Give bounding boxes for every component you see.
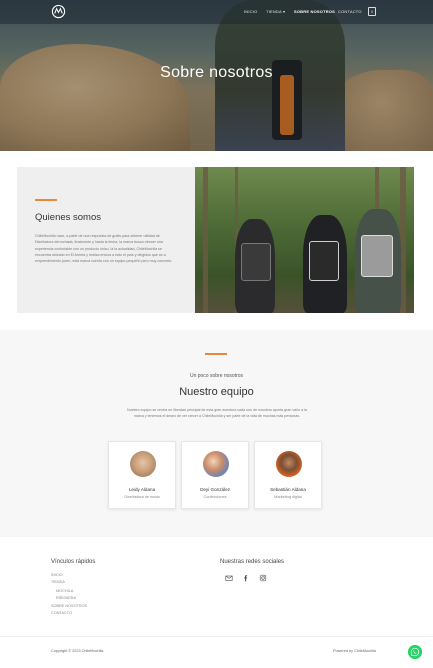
footer-link-tienda[interactable]: TIENDA [51, 580, 65, 584]
avatar [276, 451, 302, 477]
member-role: Marketing digital [274, 495, 302, 499]
facebook-icon[interactable] [242, 574, 250, 582]
nav-sobre-nosotros[interactable]: SOBRE NOSOTROS [294, 9, 335, 14]
chevron-down-icon: ▾ [283, 9, 286, 14]
site-header: INICIO TIENDA ▾ SOBRE NOSOTROS CONTACTO … [0, 0, 433, 24]
powered-by: Powered by ChileMochila [333, 649, 376, 653]
footer-divider [0, 636, 433, 637]
team-card: Sebastián Aldana Marketing digital [254, 441, 322, 509]
footer-link-inicio[interactable]: INICIO [51, 573, 63, 577]
footer-link-contacto[interactable]: CONTACTO [51, 611, 72, 615]
email-icon[interactable] [225, 574, 233, 582]
footer-social-title: Nuestras redes sociales [220, 559, 285, 565]
footer-links-title: Vínculos rápidos [51, 559, 96, 565]
copyright: Copyright © 2023 ChileMochila [51, 649, 104, 653]
member-role: Confecciones [203, 495, 227, 499]
accent-divider [35, 199, 57, 201]
nav-contacto[interactable]: CONTACTO [338, 9, 362, 14]
avatar [203, 451, 229, 477]
cart-count: 0 [370, 9, 374, 14]
accent-divider [205, 353, 227, 355]
team-card: Leidy Aldana Diseñadora de moda [108, 441, 176, 509]
about-image [195, 167, 414, 313]
team-card: Deyi González Confecciones [181, 441, 249, 509]
about-title: Quienes somos [35, 212, 102, 223]
member-role: Diseñadora de moda [124, 495, 160, 499]
nav-inicio[interactable]: INICIO [244, 9, 257, 14]
nav-tienda[interactable]: TIENDA [266, 9, 282, 14]
team-title: Nuestro equipo [179, 386, 254, 398]
footer-link-rinonera[interactable]: RIÑONERA [56, 596, 76, 600]
logo-icon[interactable] [51, 4, 66, 19]
team-text: Nuestro equipo se centra en liberdad pri… [127, 408, 307, 419]
footer-link-mochila[interactable]: MOCHILA [56, 589, 73, 593]
avatar [130, 451, 156, 477]
team-kicker: Un poco sobre nosotros [189, 373, 244, 379]
footer-link-sobre-nosotros[interactable]: SOBRE NOSOTROS [51, 604, 87, 608]
page-title: Sobre nosotros [160, 64, 273, 81]
whatsapp-icon[interactable] [408, 645, 422, 659]
cart-icon[interactable]: 0 [368, 7, 376, 16]
instagram-icon[interactable] [259, 574, 267, 582]
member-name: Deyi González [200, 487, 230, 492]
about-text: ChileMochila nace, a partir de una respu… [35, 234, 173, 264]
member-name: Sebastián Aldana [270, 487, 306, 492]
member-name: Leidy Aldana [128, 487, 156, 492]
